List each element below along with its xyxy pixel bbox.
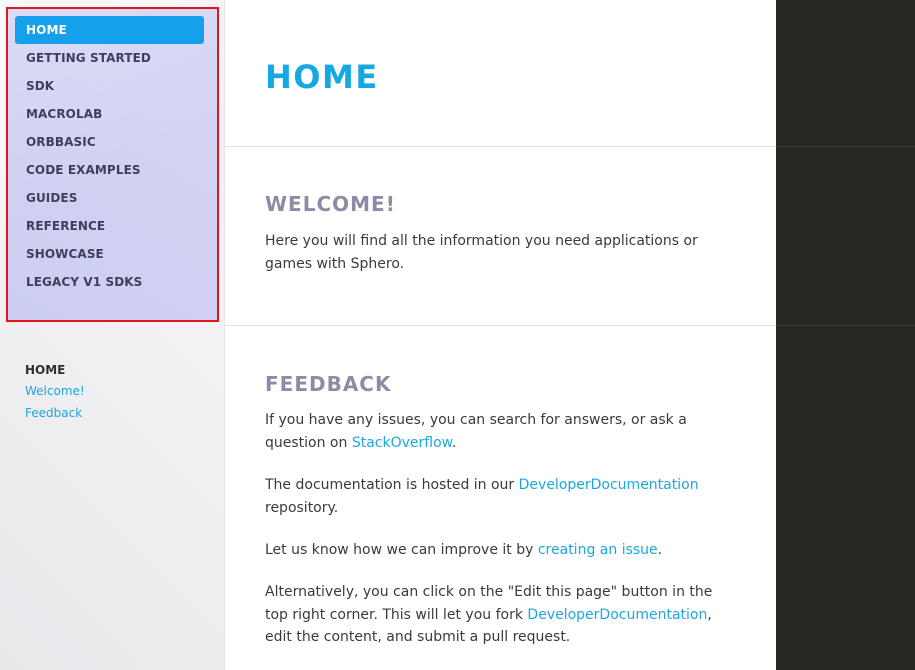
text: Let us know how we can improve it by: [265, 542, 538, 558]
nav-item-orbbasic[interactable]: ORBBASIC: [15, 128, 204, 156]
divider: [776, 146, 915, 147]
feedback-paragraph-2: The documentation is hosted in our Devel…: [265, 474, 735, 519]
sidebar-nav: HOME GETTING STARTED SDK MACROLAB ORBBAS…: [6, 7, 219, 322]
nav-item-sdk[interactable]: SDK: [15, 72, 204, 100]
nav-item-getting-started[interactable]: GETTING STARTED: [15, 44, 204, 72]
nav-list: HOME GETTING STARTED SDK MACROLAB ORBBAS…: [15, 16, 204, 296]
feedback-section: FEEDBACK If you have any issues, you can…: [225, 326, 776, 670]
toc-link-welcome[interactable]: Welcome!: [25, 380, 85, 402]
feedback-paragraph-1: If you have any issues, you can search f…: [265, 409, 735, 454]
welcome-heading: WELCOME!: [265, 192, 396, 216]
right-dark-panel: [776, 0, 915, 670]
main-content: HOME WELCOME! Here you will find all the…: [225, 0, 776, 670]
nav-item-legacy-v1-sdks[interactable]: LEGACY V1 SDKS: [15, 268, 204, 296]
developer-documentation-fork-link[interactable]: DeveloperDocumentation: [527, 607, 707, 623]
text: .: [657, 542, 663, 558]
feedback-paragraph-3: Let us know how we can improve it by cre…: [265, 539, 735, 562]
text: .: [451, 434, 457, 451]
home-section: HOME: [225, 0, 776, 147]
nav-item-showcase[interactable]: SHOWCASE: [15, 240, 204, 268]
sidebar: HOME GETTING STARTED SDK MACROLAB ORBBAS…: [0, 0, 225, 670]
text: If you have any issues, you can search f…: [265, 412, 687, 451]
text: The documentation is hosted in our: [265, 477, 519, 493]
text: repository.: [265, 499, 339, 516]
divider: [776, 325, 915, 326]
stackoverflow-link[interactable]: StackOverflow: [352, 435, 452, 451]
nav-item-reference[interactable]: REFERENCE: [15, 212, 204, 240]
nav-item-home[interactable]: HOME: [15, 16, 204, 44]
welcome-text: Here you will find all the information y…: [265, 233, 698, 272]
page-toc: HOME Welcome! Feedback: [25, 360, 85, 424]
toc-title: HOME: [25, 363, 66, 377]
nav-item-macrolab[interactable]: MACROLAB: [15, 100, 204, 128]
nav-item-guides[interactable]: GUIDES: [15, 184, 204, 212]
developer-documentation-link[interactable]: DeveloperDocumentation: [519, 477, 699, 493]
page-title: HOME: [265, 58, 379, 96]
welcome-section: WELCOME! Here you will find all the info…: [225, 147, 776, 326]
feedback-heading: FEEDBACK: [265, 372, 392, 396]
feedback-paragraph-4: Alternatively, you can click on the "Edi…: [265, 581, 735, 649]
creating-an-issue-link[interactable]: creating an issue: [538, 542, 658, 558]
nav-item-code-examples[interactable]: CODE EXAMPLES: [15, 156, 204, 184]
toc-link-feedback[interactable]: Feedback: [25, 402, 85, 424]
